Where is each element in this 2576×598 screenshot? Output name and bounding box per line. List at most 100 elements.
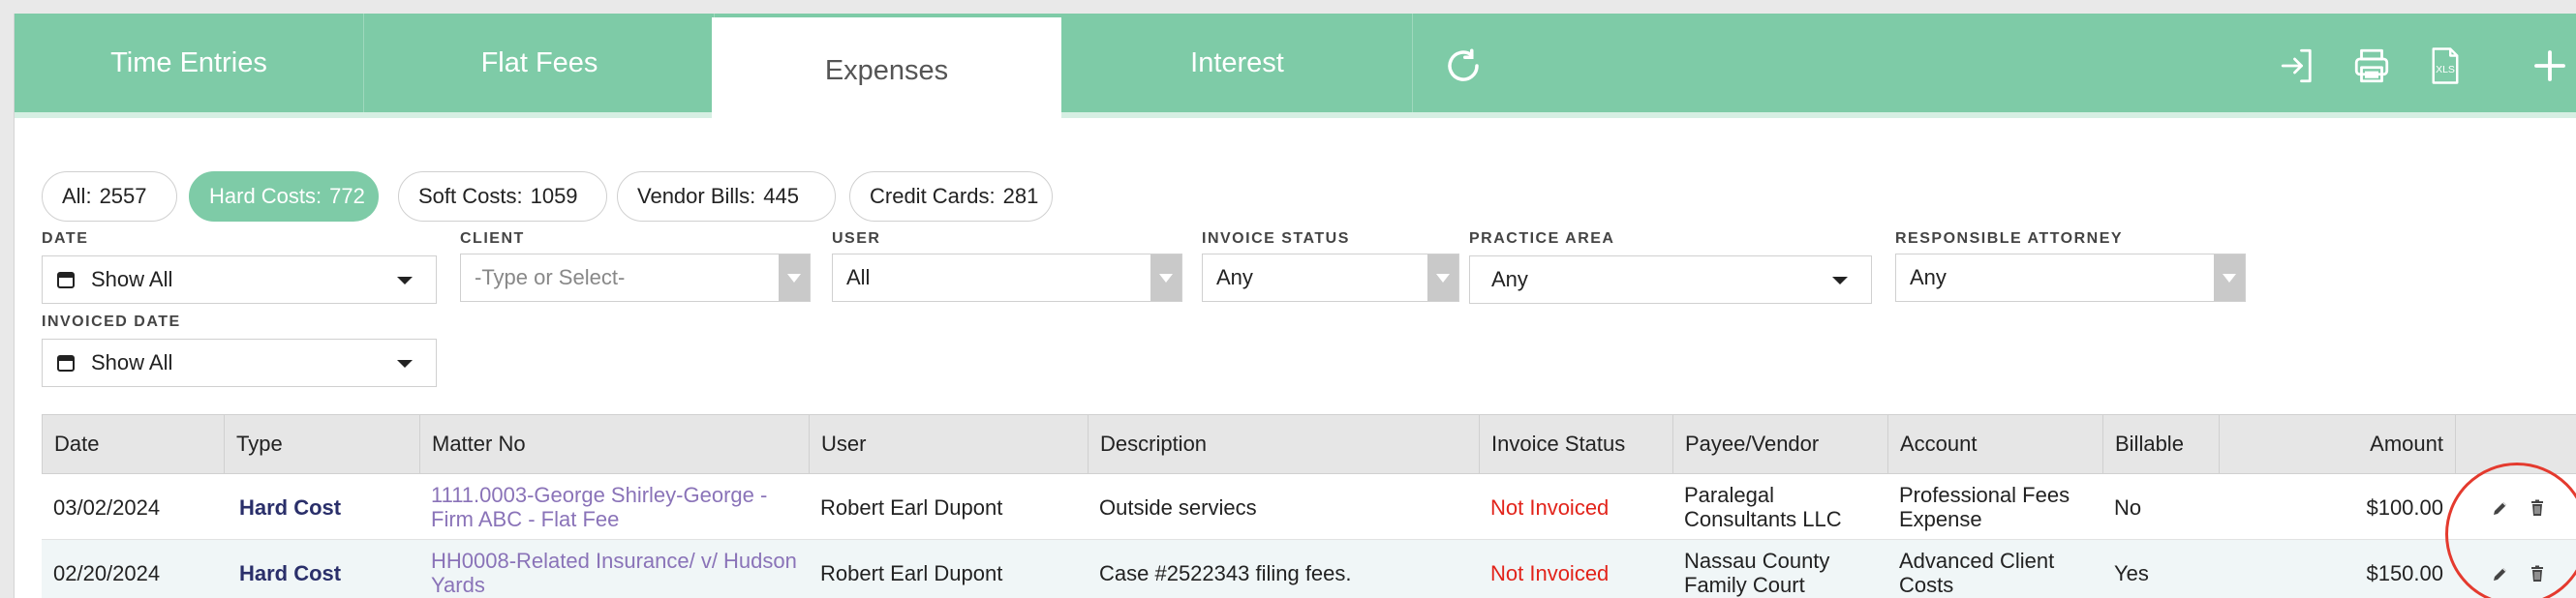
invoiced-date-filter-label: Invoiced Date <box>42 314 181 330</box>
tab-time-entries[interactable]: Time Entries <box>15 14 364 112</box>
column-header-invoice-status[interactable]: Invoice Status <box>1480 415 1673 473</box>
calendar-icon <box>56 353 76 373</box>
filter-pill-vendor-bills[interactable]: Vendor Bills: 445 <box>617 171 836 222</box>
filter-pill-soft-costs[interactable]: Soft Costs: 1059 <box>398 171 607 222</box>
practice-area-filter-label: Practice Area <box>1469 230 1615 247</box>
column-header-date[interactable]: Date <box>43 415 225 473</box>
cell-payee-vendor: Paralegal Consultants LLC <box>1672 474 1887 540</box>
tab-label: Time Entries <box>110 46 267 78</box>
cell-type: Hard Cost <box>239 560 342 585</box>
user-filter-select[interactable]: All <box>832 254 1182 302</box>
tab-label: Interest <box>1190 46 1284 78</box>
chevron-down-icon[interactable] <box>1150 254 1181 301</box>
cell-account: Advanced Client Costs <box>1887 540 2102 598</box>
practice-area-filter-value: Any <box>1491 267 1528 291</box>
table-row[interactable]: 03/02/2024 Hard Cost 1111.0003-George Sh… <box>42 474 2576 540</box>
cell-payee-vendor: Nassau County Family Court <box>1672 540 1887 598</box>
matter-line: 1111.0003-George Shirley-George - <box>431 483 768 507</box>
cell-date: 03/02/2024 <box>53 494 161 520</box>
matter-line: Firm ABC - Flat Fee <box>431 507 620 531</box>
column-header-billable[interactable]: Billable <box>2103 415 2220 473</box>
expenses-page: Time Entries Flat Fees Expenses Interest… <box>14 14 2576 598</box>
edit-pencil-icon[interactable] <box>2490 563 2511 584</box>
printer-icon[interactable] <box>2350 45 2393 87</box>
chevron-down-icon[interactable] <box>779 254 810 301</box>
column-header-amount[interactable]: Amount <box>2220 415 2456 473</box>
table-header: Date Type Matter No User Description Inv… <box>42 414 2576 474</box>
column-header-description[interactable]: Description <box>1089 415 1480 473</box>
chevron-down-icon <box>397 277 413 284</box>
pill-label: Soft Costs: <box>418 184 523 208</box>
cell-account: Professional Fees Expense <box>1887 474 2102 540</box>
column-header-account[interactable]: Account <box>1888 415 2103 473</box>
payee-line: Family Court <box>1684 573 1805 597</box>
user-filter-value: All <box>846 265 871 289</box>
invoice-status-filter-value: Any <box>1216 265 1253 289</box>
column-header-payee-vendor[interactable]: Payee/Vendor <box>1673 415 1888 473</box>
cell-matter-link[interactable]: HH0008-Related Insurance/ v/ Hudson Yards <box>419 540 809 598</box>
account-line: Advanced Client <box>1899 549 2055 573</box>
date-filter-select[interactable]: Show All <box>42 255 437 304</box>
chevron-down-icon[interactable] <box>2214 254 2245 301</box>
cell-user: Robert Earl Dupont <box>820 560 1003 585</box>
chevron-down-icon[interactable] <box>1427 254 1458 301</box>
cell-matter-link[interactable]: 1111.0003-George Shirley-George - Firm AB… <box>419 474 809 540</box>
account-line: Professional Fees <box>1899 483 2070 507</box>
column-header-actions <box>2456 415 2576 473</box>
tab-bar: Time Entries Flat Fees Expenses Interest… <box>15 14 2576 124</box>
account-line: Costs <box>1899 573 1954 597</box>
plus-icon[interactable] <box>2529 45 2571 87</box>
cell-user: Robert Earl Dupont <box>820 494 1003 520</box>
practice-area-filter-select[interactable]: Any <box>1469 255 1872 304</box>
tab-interest[interactable]: Interest <box>1062 14 1413 112</box>
responsible-attorney-filter-label: Responsible Attorney <box>1895 230 2124 247</box>
matter-line: Yards <box>431 573 485 597</box>
pill-label: Vendor Bills: <box>637 184 756 208</box>
svg-text:XLS: XLS <box>2436 64 2455 75</box>
pill-count: 445 <box>763 184 800 208</box>
edit-pencil-icon[interactable] <box>2490 497 2511 519</box>
delete-trash-icon[interactable] <box>2527 497 2548 519</box>
calendar-icon <box>56 270 76 289</box>
invoice-status-filter-select[interactable]: Any <box>1202 254 1459 302</box>
pill-count: 772 <box>329 184 365 208</box>
payee-line: Nassau County <box>1684 549 1830 573</box>
pill-count: 2557 <box>99 184 147 208</box>
payee-line: Paralegal <box>1684 483 1774 507</box>
cell-type: Hard Cost <box>239 494 342 520</box>
cell-invoice-status: Not Invoiced <box>1490 494 1610 520</box>
matter-line: HH0008-Related Insurance/ v/ Hudson <box>431 549 797 573</box>
tab-expenses[interactable]: Expenses <box>712 17 1061 124</box>
pill-label: Credit Cards: <box>870 184 996 208</box>
column-header-type[interactable]: Type <box>225 415 420 473</box>
table-row[interactable]: 02/20/2024 Hard Cost HH0008-Related Insu… <box>42 540 2576 598</box>
responsible-attorney-filter-value: Any <box>1910 265 1947 289</box>
client-filter-input[interactable]: -Type or Select- <box>460 254 811 302</box>
user-filter-label: User <box>832 230 881 247</box>
responsible-attorney-filter-select[interactable]: Any <box>1895 254 2246 302</box>
tab-flat-fees[interactable]: Flat Fees <box>365 14 715 112</box>
tab-label: Expenses <box>824 54 949 86</box>
filter-pill-all[interactable]: All: 2557 <box>42 171 177 222</box>
refresh-icon[interactable] <box>1442 45 1485 87</box>
cell-description: Case #2522343 filing fees. <box>1099 560 1352 585</box>
invoice-status-filter-label: Invoice Status <box>1202 230 1350 247</box>
tab-label: Flat Fees <box>480 46 598 78</box>
cell-description: Outside serviecs <box>1099 494 1257 520</box>
column-header-matter-no[interactable]: Matter No <box>420 415 810 473</box>
filter-pill-hard-costs[interactable]: Hard Costs: 772 <box>189 171 379 222</box>
client-filter-placeholder: -Type or Select- <box>475 265 626 289</box>
xls-export-icon[interactable]: XLS <box>2424 45 2467 87</box>
sign-in-icon[interactable] <box>2277 45 2319 87</box>
cell-amount: $100.00 <box>2366 494 2443 520</box>
delete-trash-icon[interactable] <box>2527 563 2548 584</box>
cell-billable: Yes <box>2114 560 2149 585</box>
pill-count: 281 <box>1002 184 1039 208</box>
filter-pill-credit-cards[interactable]: Credit Cards: 281 <box>849 171 1053 222</box>
chevron-down-icon <box>1832 277 1848 284</box>
date-filter-value: Show All <box>91 267 173 291</box>
invoiced-date-filter-select[interactable]: Show All <box>42 339 437 387</box>
pill-label: Hard Costs: <box>209 184 322 208</box>
column-header-user[interactable]: User <box>810 415 1089 473</box>
cell-date: 02/20/2024 <box>53 560 161 585</box>
